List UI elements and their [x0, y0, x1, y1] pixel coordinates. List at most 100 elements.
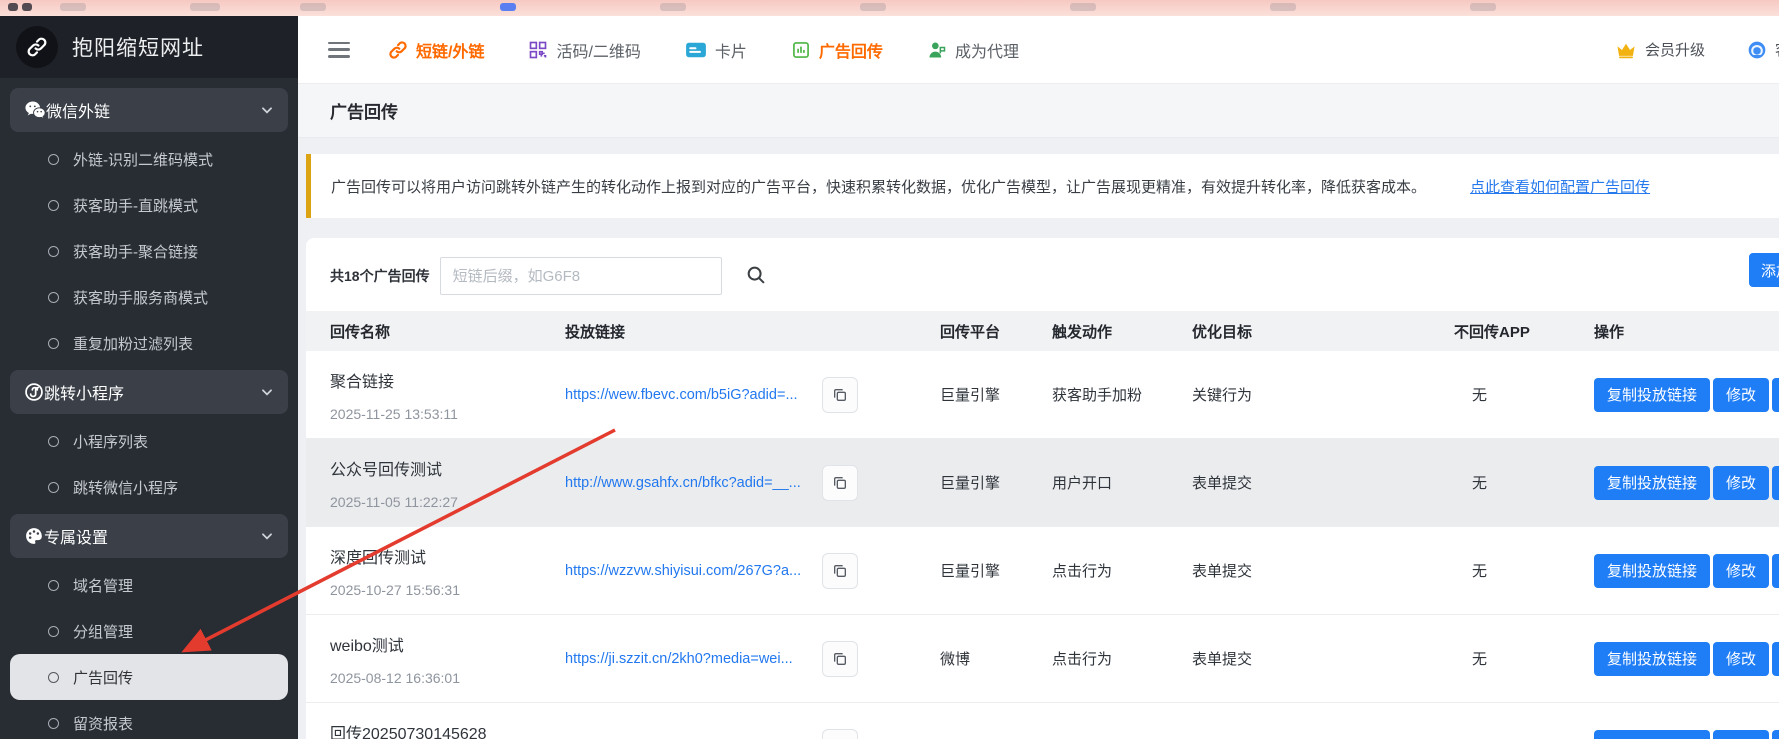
- sidebar-item-获客助手服务商模式[interactable]: 获客助手服务商模式: [10, 274, 288, 320]
- delete-button[interactable]: 删除: [1772, 378, 1779, 412]
- cell-goal: 表单提交: [1192, 615, 1454, 702]
- copy-link-button[interactable]: [822, 465, 858, 501]
- cell-actions: 复制投放链接修改删除: [1594, 351, 1779, 438]
- edit-button[interactable]: 修改: [1713, 378, 1769, 412]
- sidebar-item-label: 域名管理: [73, 575, 133, 596]
- sidebar-group-跳转小程序[interactable]: 跳转小程序: [10, 370, 288, 414]
- search-button[interactable]: [736, 256, 776, 296]
- tracking-link[interactable]: https://wew.fbevc.com/b5iG?adid=...: [565, 387, 815, 403]
- bullet-icon: [48, 580, 59, 591]
- nav-item-客服[interactable]: 客服: [1747, 39, 1779, 60]
- copy-link-button[interactable]: [822, 729, 858, 739]
- strip-glyph: [660, 3, 686, 11]
- cell-no-app: 无: [1454, 439, 1594, 526]
- callback-name: 聚合链接: [330, 371, 565, 395]
- bullet-icon: [48, 292, 59, 303]
- info-banner-text: 广告回传可以将用户访问跳转外链产生的转化动作上报到对应的广告平台，快速积累转化数…: [331, 176, 1426, 197]
- sidebar-item-域名管理[interactable]: 域名管理: [10, 562, 288, 608]
- hamburger-menu-icon[interactable]: [328, 42, 350, 58]
- tracking-link[interactable]: https://ji.szzit.cn/2kh0?media=wei...: [565, 651, 815, 667]
- sidebar-item-label: 外链-识别二维码模式: [73, 149, 213, 170]
- delete-button[interactable]: 删除: [1772, 642, 1779, 676]
- add-callback-button[interactable]: 添加: [1749, 253, 1779, 287]
- nav-item-label: 卡片: [715, 38, 747, 62]
- browser-tab-strip: [0, 0, 1779, 16]
- no-app-value: 无: [1472, 384, 1487, 405]
- edit-button[interactable]: 修改: [1713, 466, 1769, 500]
- tracking-link[interactable]: https://wzzvw.shiyisui.com/267G?a...: [565, 563, 815, 579]
- copy-link-button[interactable]: [822, 553, 858, 589]
- banner-help-link[interactable]: 点此查看如何配置广告回传: [1470, 176, 1650, 197]
- callback-name: weibo测试: [330, 635, 565, 659]
- table-header-投放链接: 投放链接: [565, 321, 940, 342]
- table-row: 公众号回传测试2025-11-05 11:22:27http://www.gsa…: [306, 439, 1779, 527]
- callback-table: 回传名称投放链接回传平台触发动作优化目标不回传APP操作 聚合链接2025-11…: [306, 311, 1779, 739]
- qr-icon: [528, 40, 548, 60]
- sidebar-item-留资报表[interactable]: 留资报表: [10, 700, 288, 739]
- nav-item-活码/二维码[interactable]: 活码/二维码: [528, 38, 640, 62]
- cell-goal: [1192, 703, 1454, 739]
- callback-date: 2025-08-12 16:36:01: [330, 668, 565, 688]
- sidebar-item-label: 获客助手服务商模式: [73, 287, 208, 308]
- cell-platform: 巨量引擎: [940, 351, 1052, 438]
- topnav-items: 短链/外链 活码/二维码 卡片 广告回传 成为代理: [388, 38, 1019, 62]
- strip-glyph: [1270, 3, 1296, 11]
- cell-actions: 复制投放链接修改删除: [1594, 527, 1779, 614]
- delete-button[interactable]: 删除: [1772, 466, 1779, 500]
- nav-item-卡片[interactable]: 卡片: [685, 38, 747, 62]
- app-title: 抱阳缩短网址: [72, 32, 204, 62]
- sidebar-item-label: 跳转微信小程序: [73, 477, 178, 498]
- sidebar-item-跳转微信小程序[interactable]: 跳转微信小程序: [10, 464, 288, 510]
- nav-item-短链/外链[interactable]: 短链/外链: [388, 38, 484, 62]
- edit-button[interactable]: 修改: [1713, 730, 1769, 739]
- edit-button[interactable]: 修改: [1713, 642, 1769, 676]
- table-header-row: 回传名称投放链接回传平台触发动作优化目标不回传APP操作: [306, 311, 1779, 351]
- delete-button[interactable]: 删除: [1772, 730, 1779, 739]
- sidebar-item-label: 分组管理: [73, 621, 133, 642]
- table-header-回传名称: 回传名称: [330, 321, 565, 342]
- sidebar-item-重复加粉过滤列表[interactable]: 重复加粉过滤列表: [10, 320, 288, 366]
- sidebar-item-外链-识别二维码模式[interactable]: 外链-识别二维码模式: [10, 136, 288, 182]
- nav-item-会员升级[interactable]: 会员升级: [1615, 39, 1705, 60]
- search-input[interactable]: [440, 257, 722, 295]
- nav-item-广告回传[interactable]: 广告回传: [791, 38, 883, 62]
- bullet-icon: [48, 338, 59, 349]
- edit-button[interactable]: 修改: [1713, 554, 1769, 588]
- sidebar-item-获客助手-聚合链接[interactable]: 获客助手-聚合链接: [10, 228, 288, 274]
- copy-launch-link-button[interactable]: 复制投放链接: [1594, 730, 1710, 739]
- copy-link-button[interactable]: [822, 377, 858, 413]
- cell-platform: 微博: [940, 615, 1052, 702]
- cell-trigger: 点击行为: [1052, 615, 1192, 702]
- sidebar-group-专属设置[interactable]: 专属设置: [10, 514, 288, 558]
- cell-no-app: 无: [1454, 527, 1594, 614]
- sidebar-item-分组管理[interactable]: 分组管理: [10, 608, 288, 654]
- copy-launch-link-button[interactable]: 复制投放链接: [1594, 466, 1710, 500]
- search-icon: [745, 264, 767, 289]
- cell-goal: 表单提交: [1192, 527, 1454, 614]
- tracking-link[interactable]: http://www.gsahfx.cn/bfkc?adid=__...: [565, 475, 815, 491]
- no-app-value: 无: [1472, 472, 1487, 493]
- sidebar-item-获客助手-直跳模式[interactable]: 获客助手-直跳模式: [10, 182, 288, 228]
- sidebar-item-小程序列表[interactable]: 小程序列表: [10, 418, 288, 464]
- sidebar-item-label: 广告回传: [73, 667, 133, 688]
- copy-icon: [832, 651, 848, 667]
- sidebar-group-微信外链[interactable]: 微信外链: [10, 88, 288, 132]
- chain-icon: [388, 40, 408, 60]
- miniapp-icon: [24, 382, 44, 402]
- table-row: weibo测试 2025-08-12 16:36:01https://ji.szz…: [306, 615, 1779, 703]
- copy-launch-link-button[interactable]: 复制投放链接: [1594, 642, 1710, 676]
- card-icon: [685, 41, 707, 59]
- nav-item-成为代理[interactable]: 成为代理: [927, 38, 1019, 62]
- sidebar-item-广告回传[interactable]: 广告回传: [10, 654, 288, 700]
- copy-launch-link-button[interactable]: 复制投放链接: [1594, 554, 1710, 588]
- cell-link: http://www.gsahfx.cn/bfkc?adid=__...: [565, 439, 940, 526]
- chevron-down-icon: [260, 103, 274, 117]
- copy-launch-link-button[interactable]: 复制投放链接: [1594, 378, 1710, 412]
- table-body: 聚合链接2025-11-25 13:53:11https://wew.fbevc…: [306, 351, 1779, 739]
- delete-button[interactable]: 删除: [1772, 554, 1779, 588]
- callback-count-label: 共18个广告回传: [330, 266, 430, 286]
- cell-actions: 复制投放链接修改删除: [1594, 703, 1779, 739]
- sidebar-item-label: 获客助手-直跳模式: [73, 195, 198, 216]
- copy-link-button[interactable]: [822, 641, 858, 677]
- sidebar: 抱阳缩短网址 微信外链外链-识别二维码模式获客助手-直跳模式获客助手-聚合链接获…: [0, 16, 298, 739]
